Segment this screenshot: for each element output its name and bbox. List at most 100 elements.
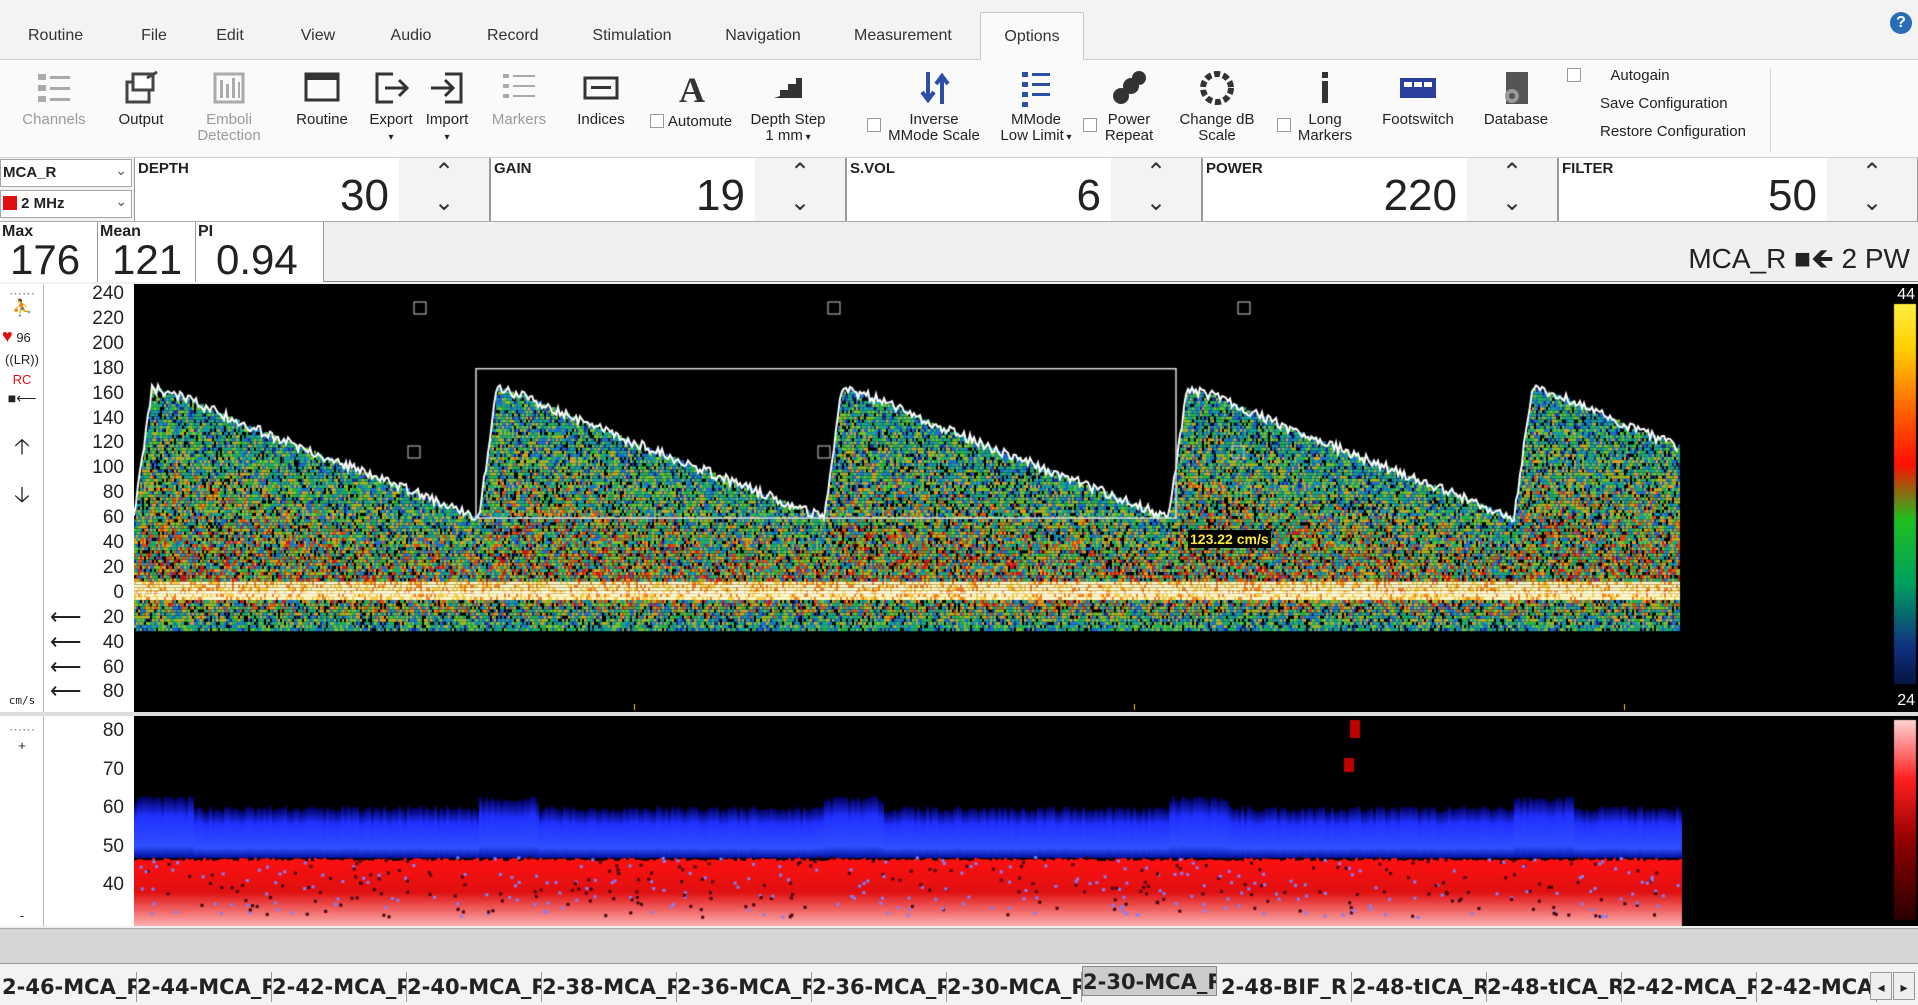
chevron-down-icon[interactable]: ⌄ (755, 188, 845, 218)
doppler-spectrum[interactable]: 123.22 cm/s (134, 284, 1892, 712)
indices-button[interactable]: Indices (570, 68, 632, 128)
vessel-info: MCA_R ■🡸 2 PW (1688, 243, 1910, 274)
save-configuration-button[interactable]: Save Configuration (1600, 96, 1740, 112)
recording-tab[interactable]: 2-40-MCA_R (407, 972, 542, 1002)
recording-tab[interactable]: 2-48-BIF_R (1217, 972, 1352, 1002)
mmode-y-tick: 60 (102, 797, 124, 818)
power-label-2: Repeat (1104, 127, 1154, 144)
chevron-up-icon[interactable]: ⌃ (755, 158, 845, 188)
power-field[interactable]: POWER 220 ⌃ ⌄ (1202, 158, 1558, 221)
recording-tab[interactable]: 2-36-MCA_R (812, 972, 947, 1002)
chevron-up-icon[interactable]: ⌃ (1827, 158, 1917, 188)
svol-field[interactable]: S.VOL 6 ⌃ ⌄ (846, 158, 1202, 221)
pi-stat: PI 0.94 (196, 222, 324, 283)
arrow-down-icon[interactable]: 🡣 (0, 478, 44, 516)
recording-tab[interactable]: 2-42-MCA_R (1622, 972, 1757, 1002)
power-label-1: Power (1107, 111, 1151, 128)
import-button[interactable]: Import ▾ (420, 68, 474, 146)
long-markers-checkbox[interactable] (1277, 118, 1291, 132)
power-stepper[interactable]: ⌃ ⌄ (1467, 158, 1557, 221)
channels-button[interactable]: Channels (18, 68, 90, 128)
spectrum-y-tick: 80 (102, 681, 124, 703)
chevron-down-icon[interactable]: ⌄ (399, 188, 489, 218)
chevron-up-icon[interactable]: ⌃ (399, 158, 489, 188)
plus-icon[interactable]: + (0, 738, 44, 753)
svol-stepper[interactable]: ⌃ ⌄ (1111, 158, 1201, 221)
chevron-up-icon[interactable]: ⌃ (1111, 158, 1201, 188)
inverse-mmode-checkbox[interactable] (867, 118, 881, 132)
export-button[interactable]: Export ▾ (364, 68, 418, 146)
tab-navigation[interactable]: Navigation (724, 27, 802, 45)
inverse-mmode-button[interactable]: Inverse MMode Scale (884, 68, 984, 144)
spectrum-y-tick: 220 (92, 307, 124, 329)
spectrum-y-tick: 120 (92, 432, 124, 454)
power-repeat-button[interactable]: Power Repeat (1098, 68, 1160, 144)
max-value: 176 (10, 236, 81, 283)
tab-measurement[interactable]: Measurement (854, 27, 952, 45)
tab-file[interactable]: File (136, 27, 172, 45)
recording-tab[interactable]: 2-48-tICA_R (1352, 972, 1487, 1002)
tab-options[interactable]: Options (980, 12, 1084, 61)
depth-field[interactable]: DEPTH 30 ⌃ ⌄ (134, 158, 490, 221)
gain-field[interactable]: GAIN 19 ⌃ ⌄ (490, 158, 846, 221)
markers-button[interactable]: Markers (488, 68, 550, 128)
person-icon[interactable]: ⛹ (0, 298, 44, 318)
mmode-label-1: MMode (1010, 111, 1062, 128)
automute-button[interactable]: A Automute (646, 68, 736, 130)
menu-bar: Routine File Edit View Audio Record Stim… (0, 0, 1918, 61)
recording-tab[interactable]: 2-42-MCA_R (272, 972, 407, 1002)
change-db-scale-button[interactable]: Change dB Scale (1174, 68, 1260, 144)
reverse-flow-arrow-icon: ⟵ (50, 603, 82, 629)
chevron-up-icon[interactable]: ⌃ (1467, 158, 1557, 188)
tab-record[interactable]: Record (487, 27, 539, 45)
tab-scroll-left-icon[interactable]: ◂ (1870, 972, 1892, 1000)
mmode-low-limit-button[interactable]: MMode Low Limit ▾ (996, 68, 1076, 146)
mmode-low-icon (1022, 72, 1050, 107)
probe-select[interactable]: 2 MHz ⌄ (0, 190, 132, 218)
minus-icon[interactable]: - (0, 908, 44, 923)
mmode-canvas (134, 716, 1892, 926)
help-icon[interactable]: ? (1890, 12, 1912, 34)
long-markers-button[interactable]: Long Markers (1290, 68, 1360, 144)
depth-stepper[interactable]: ⌃ ⌄ (399, 158, 489, 221)
recording-tab[interactable]: 2-30-MCA_R (947, 972, 1082, 1002)
recording-tab[interactable]: 2-38-MCA_R (542, 972, 677, 1002)
footswitch-button[interactable]: Footswitch (1378, 68, 1458, 128)
database-button[interactable]: Database (1476, 68, 1556, 128)
filter-field[interactable]: FILTER 50 ⌃ ⌄ (1558, 158, 1918, 221)
filter-stepper[interactable]: ⌃ ⌄ (1827, 158, 1917, 221)
power-repeat-checkbox[interactable] (1083, 118, 1097, 132)
mmode-display[interactable] (134, 716, 1892, 926)
chevron-down-icon[interactable]: ⌄ (1111, 188, 1201, 218)
vessel-select[interactable]: MCA_R ⌄ (0, 159, 132, 187)
chevron-down-icon[interactable]: ⌄ (1467, 188, 1557, 218)
emboli-detection-button[interactable]: Emboli Detection (196, 68, 262, 144)
automute-checkbox[interactable] (649, 114, 664, 128)
import-dropdown-icon[interactable]: ▾ (444, 132, 449, 143)
pi-value: 0.94 (216, 236, 298, 283)
indices-label: Indices (577, 111, 625, 128)
autogain-checkbox[interactable] (1567, 68, 1581, 82)
restore-configuration-button[interactable]: Restore Configuration (1600, 124, 1760, 140)
depth-step-button[interactable]: Depth Step 1 mm ▾ (746, 68, 830, 146)
recording-tab[interactable]: 2-48-tICA_R (1487, 972, 1622, 1002)
output-button[interactable]: Output (110, 68, 172, 128)
depth-step-label: Depth Step (750, 111, 826, 128)
recording-tab[interactable]: 2-46-MCA_R (2, 972, 137, 1002)
recording-tab[interactable]: 2-36-MCA_R (677, 972, 812, 1002)
routine-button[interactable]: Routine (290, 68, 354, 128)
export-dropdown-icon[interactable]: ▾ (388, 132, 393, 143)
tab-scroll-right-icon[interactable]: ▸ (1893, 972, 1915, 1000)
tab-stimulation[interactable]: Stimulation (592, 27, 672, 45)
chevron-down-icon[interactable]: ⌄ (1827, 188, 1917, 218)
tab-routine[interactable]: Routine (28, 27, 83, 45)
gain-stepper[interactable]: ⌃ ⌄ (755, 158, 845, 221)
arrow-up-icon[interactable]: 🡡 (0, 430, 44, 468)
recording-tab[interactable]: 2-44-MCA_R (137, 972, 272, 1002)
recording-tab[interactable]: 2-42-MCA (1757, 972, 1877, 1002)
tab-edit[interactable]: Edit (214, 27, 246, 45)
tab-view[interactable]: View (300, 27, 336, 45)
recording-tab[interactable]: 2-30-MCA_R (1082, 966, 1217, 996)
tab-audio[interactable]: Audio (389, 27, 433, 45)
heart-rate: ♥ 96 (0, 326, 44, 347)
